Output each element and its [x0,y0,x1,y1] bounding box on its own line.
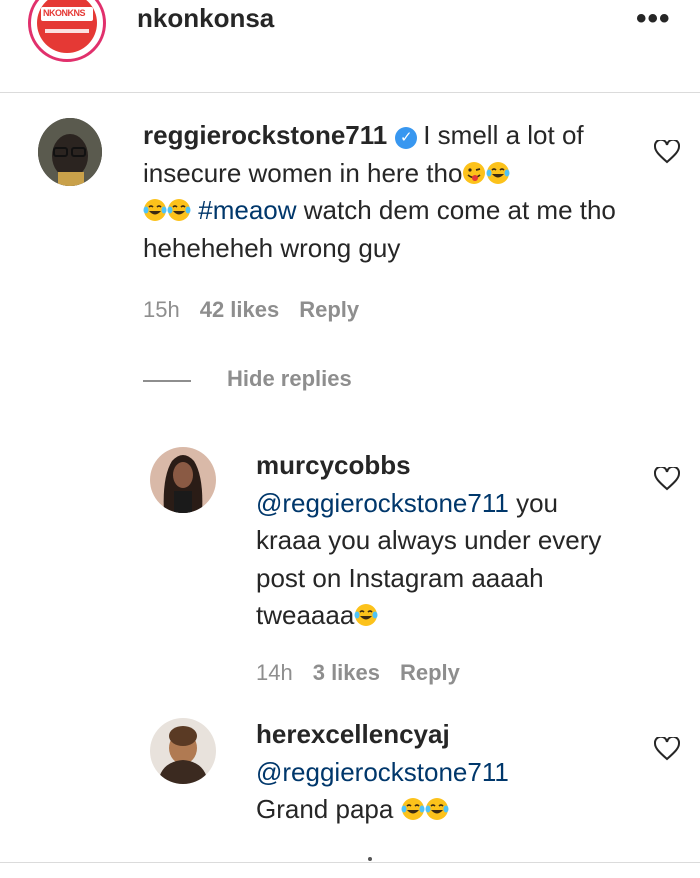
like-heart-icon[interactable] [654,467,680,491]
hide-replies-label: Hide replies [227,366,352,391]
mention-link[interactable]: @reggierockstone711 [256,488,509,518]
reply-username[interactable]: murcycobbs [256,450,411,480]
more-options-icon[interactable]: ••• [636,2,671,36]
winking-tongue-emoji-icon [463,161,486,184]
mention-link[interactable]: @reggierockstone711 [256,757,509,787]
comment-body: reggierockstone711 ✓ I smell a lot of inse… [143,117,623,267]
laughing-tears-emoji-icon [143,199,167,221]
account-name[interactable]: nkonkonsa [137,3,274,34]
commenter-avatar[interactable] [38,118,102,186]
comment-meta: 15h 42 likes Reply [143,297,379,323]
loading-dot [368,857,372,861]
reply-meta: 14h 3 likes Reply [256,660,480,686]
verified-badge-icon: ✓ [395,127,418,149]
reply-avatar-murcycobbs[interactable] [150,447,216,513]
comment-time: 15h [143,297,180,322]
reply-text: Grand papa [256,794,394,824]
reply-username[interactable]: herexcellencyaj [256,719,450,749]
reply-body: herexcellencyaj @reggierockstone711 Gran… [256,716,626,829]
laughing-tears-emoji-icon [167,199,191,221]
laughing-tears-emoji-icon [425,798,449,820]
logo-text: NKONKNS [43,8,86,18]
reply-likes[interactable]: 3 likes [313,660,380,685]
reply-button[interactable]: Reply [299,297,359,322]
laughing-tears-emoji-icon [354,604,378,626]
post-header: NKONKNS nkonkonsa ••• [0,0,700,93]
comment-likes[interactable]: 42 likes [200,297,280,322]
reply-button[interactable]: Reply [400,660,460,685]
comment-username[interactable]: reggierockstone711 [143,120,387,150]
like-heart-icon[interactable] [654,140,680,164]
hide-replies-line [143,380,191,382]
reply-time: 14h [256,660,293,685]
reply-body: murcycobbs @reggierockstone711 you kraaa… [256,447,626,635]
like-heart-icon[interactable] [654,737,680,761]
hashtag-link[interactable]: #meaow [198,195,296,225]
bottom-divider [0,862,700,878]
laughing-tears-emoji-icon [486,161,510,184]
laughing-tears-emoji-icon [401,798,425,820]
account-avatar[interactable]: NKONKNS [28,0,106,62]
reply-avatar-herexcellencyaj[interactable] [150,718,216,784]
